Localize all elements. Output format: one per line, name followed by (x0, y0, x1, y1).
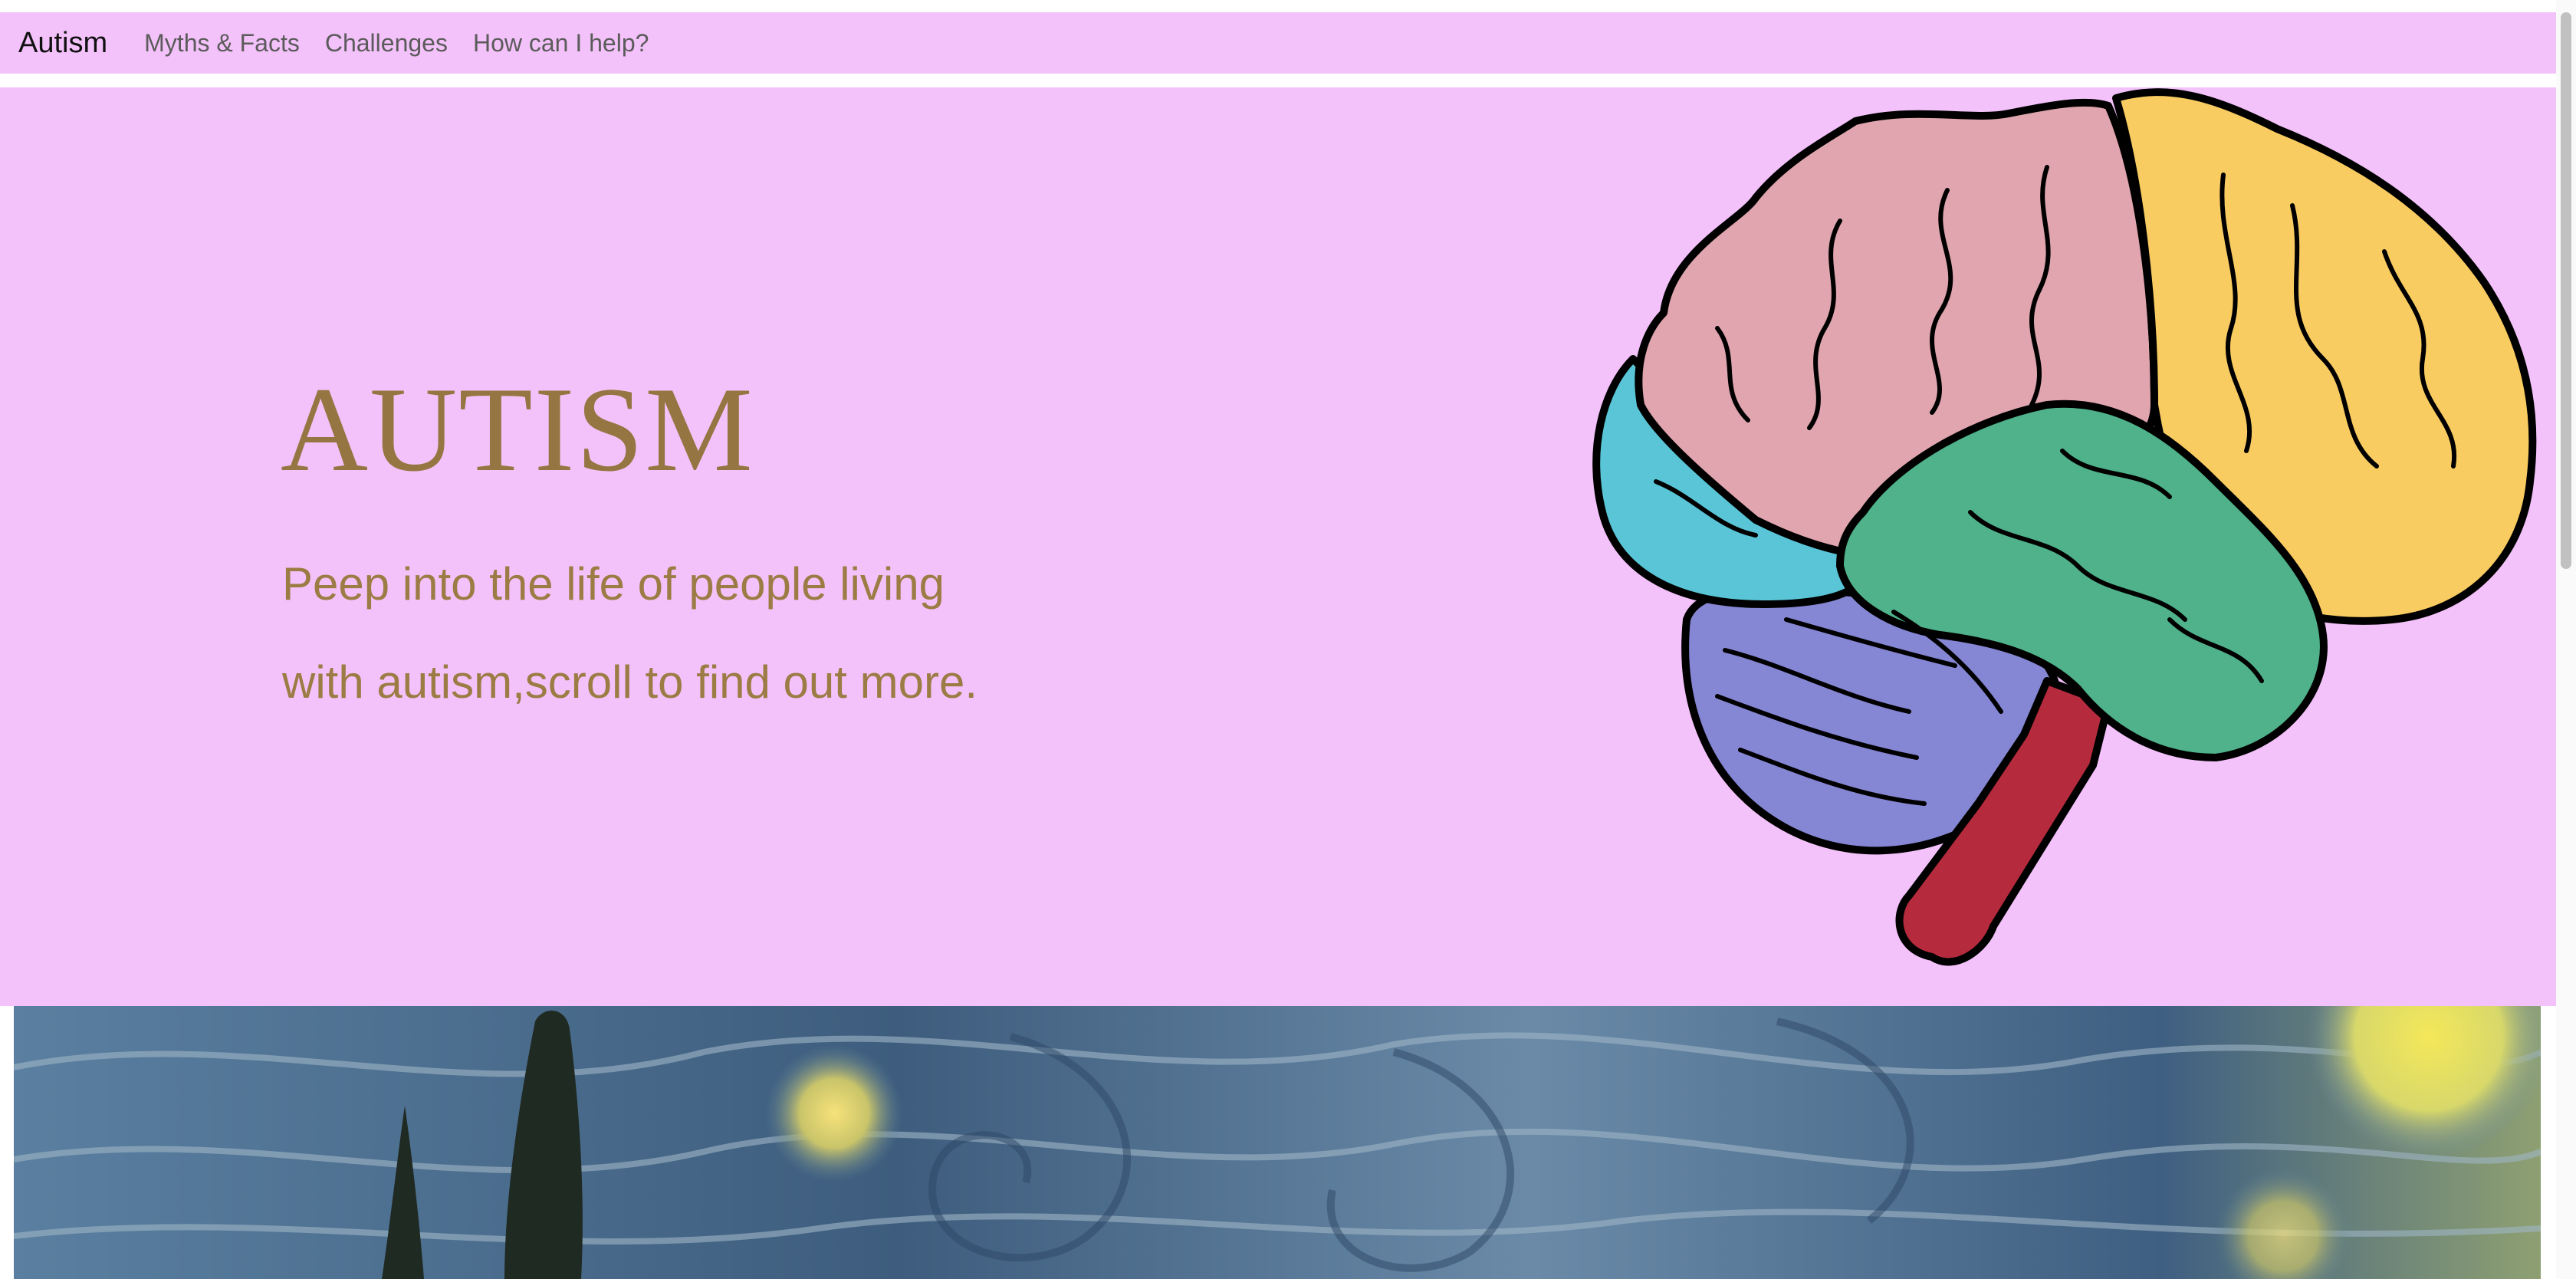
hero-section: AUTISM Peep into the life of people livi… (0, 87, 2556, 1006)
hero-subtitle-line2: with autism,scroll to find out more. (282, 656, 978, 708)
starry-night-painting (14, 1006, 2541, 1279)
scrollbar-thumb[interactable] (2561, 12, 2571, 569)
hero-subtitle: Peep into the life of people living with… (282, 535, 1202, 732)
nav-link-challenges[interactable]: Challenges (325, 29, 448, 58)
top-strip (0, 0, 2576, 8)
hero-title: AUTISM (281, 363, 754, 497)
nav-link-how-can-i-help[interactable]: How can I help? (473, 29, 649, 58)
navbar-brand[interactable]: Autism (18, 27, 107, 60)
navbar: Autism Myths & Facts Challenges How can … (0, 12, 2556, 74)
brain-illustration (1592, 88, 2537, 966)
painting-art (14, 1006, 2541, 1279)
nav-link-myths-facts[interactable]: Myths & Facts (144, 29, 300, 58)
hero-subtitle-line1: Peep into the life of people living (282, 558, 945, 610)
